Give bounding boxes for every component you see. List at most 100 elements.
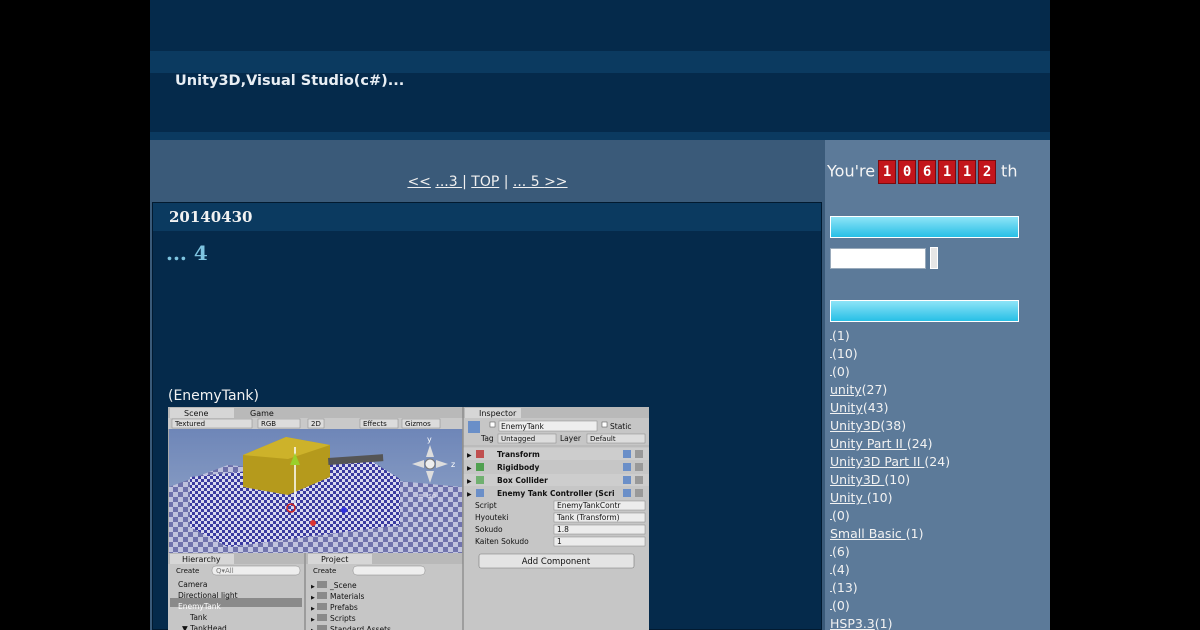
pager-top-link[interactable]: TOP — [471, 174, 499, 190]
label: ▶ — [311, 606, 315, 612]
blog-entry: 20140430 ... 4 (EnemyTank) y z ≡ Iso Sce… — [152, 202, 822, 630]
inspector-tab: Inspector — [479, 409, 517, 418]
inspector-field-value: Tank (Transform) — [556, 513, 620, 522]
category-item: unity(27) — [830, 381, 950, 399]
label: ▶ — [467, 452, 472, 459]
counter-digits: 106112 — [878, 160, 998, 184]
hierarchy-item: Directional light — [178, 591, 238, 600]
counter-suffix: th — [1001, 161, 1018, 181]
category-link[interactable]: Small Basic — [830, 526, 906, 541]
category-item: (1) — [830, 327, 950, 345]
category-count: (43) — [862, 400, 889, 415]
pager-separator: | — [462, 174, 467, 190]
category-list: (1) (10) (0) unity(27) Unity(43) Unity3D(38) U… — [830, 327, 950, 630]
category-count: (0) — [832, 598, 850, 613]
category-item: (0) — [830, 507, 950, 525]
counter-digit: 6 — [918, 160, 937, 184]
inspector-component: Box Collider — [497, 476, 548, 485]
category-count: (1) — [874, 616, 893, 630]
counter-prefix: You're — [827, 161, 876, 181]
scene-toolbar-item: 2D — [311, 420, 321, 428]
search-input[interactable] — [830, 248, 926, 269]
tag-label: Tag — [480, 434, 494, 443]
project-create: Create — [313, 567, 336, 575]
category-link[interactable]: unity — [830, 382, 862, 397]
inspector-component: Enemy Tank Controller (Scri — [497, 489, 615, 498]
gizmo-z-label: z — [451, 460, 455, 469]
pager-separator: | — [503, 174, 509, 190]
counter-digit: 2 — [978, 160, 997, 184]
category-count: (1) — [905, 526, 924, 541]
category-count: (38) — [880, 418, 907, 433]
category-link[interactable]: Unity — [830, 400, 863, 415]
category-count: (10) — [866, 490, 893, 505]
search-button[interactable] — [930, 247, 938, 269]
category-item: Unity(43) — [830, 399, 950, 417]
category-item: (0) — [830, 597, 950, 615]
gizmo-y-label: y — [427, 435, 432, 444]
hierarchy-item: ▼ TankHead — [182, 624, 227, 630]
blog-description: Unity3D,Visual Studio(c#)... — [175, 73, 405, 89]
inspector-object-name: EnemyTank — [501, 422, 545, 431]
hierarchy-create: Create — [176, 567, 199, 575]
scene-toolbar-item: Textured — [174, 420, 205, 428]
label: ▶ — [311, 617, 315, 623]
category-link[interactable]: Unity Part II — [830, 436, 907, 451]
category-count: (4) — [832, 562, 850, 577]
inspector-field-value: 1.8 — [557, 525, 569, 534]
inspector-field-value: 1 — [557, 537, 562, 546]
sidebar-content: You're 1 0 6 1 1 2th (1) (10) (0) unity(27) Unity(… — [825, 0, 1050, 630]
hierarchy-item: Camera — [178, 580, 207, 589]
project-item: Standard Assets — [330, 625, 391, 630]
counter-digit: 1 — [958, 160, 977, 184]
visitor-counter: You're 1 0 6 1 1 2th — [827, 160, 1017, 184]
inspector-field-label: Script — [475, 501, 497, 510]
scene-toolbar-item: Gizmos — [405, 420, 431, 428]
sidebar-button[interactable] — [830, 216, 1019, 238]
label: ▶ — [311, 595, 315, 601]
scene-projection-label: ≡ Iso — [418, 492, 436, 500]
sidebar-button[interactable] — [830, 300, 1019, 322]
static-label: Static — [610, 422, 631, 431]
inspector-field-label: Sokudo — [475, 525, 503, 534]
inspector-field-label: Hyouteki — [475, 513, 508, 522]
category-count: (27) — [861, 382, 888, 397]
label: ▶ — [467, 478, 472, 485]
category-item: HSP3.3(1) — [830, 615, 950, 630]
project-tab: Project — [321, 555, 348, 564]
category-item: (13) — [830, 579, 950, 597]
category-item: Unity Part II (24) — [830, 435, 950, 453]
hierarchy-tab: Hierarchy — [182, 555, 221, 564]
entry-caption: (EnemyTank) — [168, 388, 259, 404]
category-count: (24) — [906, 436, 933, 451]
entry-title[interactable]: ... 4 — [166, 241, 208, 265]
inspector-component: Transform — [497, 450, 540, 459]
category-count: (0) — [832, 508, 850, 523]
hierarchy-item: EnemyTank — [178, 602, 222, 611]
project-item: Scripts — [330, 614, 356, 623]
category-link[interactable]: Unity3D — [830, 418, 880, 433]
tab-scene: Scene — [184, 409, 208, 418]
hierarchy-search: Q▾All — [216, 567, 234, 575]
add-component-label: Add Component — [522, 557, 591, 567]
category-link[interactable]: HSP3.3 — [830, 616, 875, 630]
counter-digit: 0 — [898, 160, 917, 184]
pager-next-page-link[interactable]: ... 5 — [513, 174, 544, 190]
inspector-field-label: Kaiten Sokudo — [475, 537, 529, 546]
pager-next-link[interactable]: >> — [544, 174, 567, 190]
inspector-field-value: EnemyTankContr — [557, 501, 621, 510]
category-link[interactable]: Unity — [830, 490, 867, 505]
category-item: (10) — [830, 345, 950, 363]
category-link[interactable]: Unity3D Part II — [830, 454, 924, 469]
category-link[interactable]: Unity3D — [830, 472, 884, 487]
category-item: (0) — [830, 363, 950, 381]
pager-prev-page-link[interactable]: ...3 — [435, 174, 462, 190]
pager: << ...3 | TOP | ... 5 >> — [150, 174, 825, 190]
pager-prev-link[interactable]: << — [407, 174, 430, 190]
layer-value: Default — [590, 435, 616, 443]
category-count: (24) — [924, 454, 951, 469]
tag-value: Untagged — [501, 435, 535, 443]
category-item: Small Basic (1) — [830, 525, 950, 543]
counter-digit: 1 — [878, 160, 897, 184]
project-item: Materials — [330, 592, 364, 601]
